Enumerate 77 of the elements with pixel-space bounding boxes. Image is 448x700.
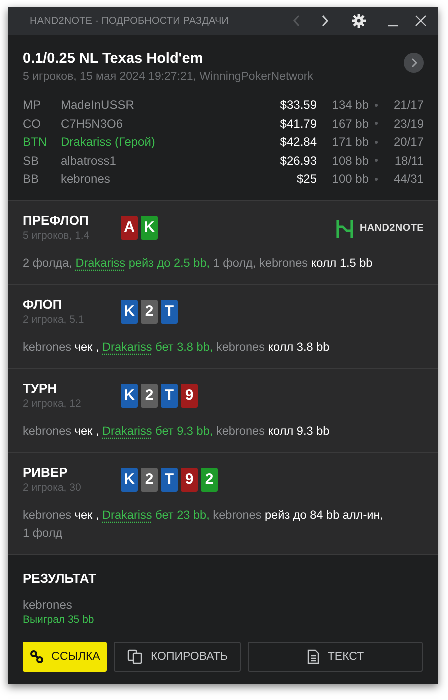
minimize-icon: [388, 24, 398, 26]
next-hand-button[interactable]: [404, 53, 424, 73]
street-info: 2 игрока, 30: [23, 482, 82, 494]
street-title: ТУРН: [23, 380, 58, 396]
street-title: ПРЕФЛОП: [23, 212, 90, 228]
playing-card: 9: [181, 384, 198, 408]
playing-card: 9: [181, 468, 198, 492]
separator-dot: [375, 159, 378, 162]
player-name: albatross1: [61, 154, 118, 168]
copy-icon: [126, 648, 143, 664]
result-title: РЕЗУЛЬТАТ: [23, 570, 98, 586]
playing-card: K: [121, 384, 138, 408]
settings-icon: [352, 14, 366, 28]
street-actions: kebrones чек , Drakariss бет 9.3 bb, kebrones колл 9.3 bb: [23, 422, 331, 440]
street-info: 5 игроков, 1.4: [23, 230, 91, 242]
chevron-right-icon: [410, 58, 418, 68]
player-name: kebrones: [61, 172, 112, 186]
link-button[interactable]: ССЫЛКА: [23, 642, 107, 672]
player-name-link[interactable]: Drakariss (Герой): [61, 135, 247, 150]
separator-dot: [375, 140, 378, 144]
separator-dot: [375, 104, 378, 107]
street-actions: kebrones чек , Drakariss бет 3.8 bb, kebrones колл 3.8 bb: [23, 338, 331, 356]
playing-card: 2: [141, 468, 158, 492]
playing-card: A: [121, 216, 138, 240]
player-big-blinds: 100 bb: [331, 172, 369, 186]
player-stack: $26.93: [279, 154, 317, 168]
playing-card: T: [161, 300, 178, 324]
copy-button[interactable]: КОПИРОВАТЬ: [114, 642, 241, 672]
close-icon: [415, 15, 427, 27]
playing-card: K: [141, 216, 158, 240]
player-stack: $25: [296, 172, 317, 186]
player-stats: 20/17: [392, 135, 424, 150]
player-big-blinds: 134 bb: [331, 98, 369, 112]
logo-icon: [336, 218, 354, 238]
playing-card: T: [161, 384, 178, 408]
player-stack: $42.84: [279, 135, 317, 150]
player-stats: 21/17: [392, 98, 424, 112]
separator-dot: [375, 178, 378, 181]
player-big-blinds: 171 bb: [331, 135, 369, 150]
player-position: MP: [23, 98, 42, 112]
player-position: CO: [23, 116, 42, 131]
player-big-blinds: 108 bb: [331, 154, 369, 168]
logo-text: HAND2NOTE: [360, 223, 424, 234]
chevron-left-icon: [293, 15, 301, 27]
hand-subtitle: 5 игроков, 15 мая 2024 19:27:21, WinningPokerNetwork: [23, 71, 314, 83]
winnings-text: Выиграл 35 bb: [23, 614, 96, 626]
playing-card: 2: [141, 384, 158, 408]
player-position: BB: [23, 172, 40, 186]
player-name: C7H5N3O6: [61, 116, 124, 131]
player-stats: 44/31: [392, 172, 424, 186]
street-info: 2 игрока, 12: [23, 398, 82, 410]
link-icon: [30, 650, 44, 664]
street-info: 2 игрока, 5.1: [23, 314, 86, 326]
hand-title: 0.1/0.25 NL Texas Hold'em: [23, 51, 204, 67]
chevron-right-icon: [321, 15, 329, 27]
player-stack: $33.59: [279, 98, 317, 112]
document-icon: [306, 648, 320, 664]
player-stack: $41.79: [279, 116, 317, 131]
separator-dot: [375, 122, 378, 126]
street-title: ФЛОП: [23, 296, 64, 312]
player-big-blinds: 167 bb: [331, 116, 369, 131]
player-position: SB: [23, 154, 40, 168]
player-stats: 23/19: [392, 116, 424, 131]
playing-card: K: [121, 468, 138, 492]
playing-card: 2: [141, 300, 158, 324]
winner-name: kebrones: [23, 598, 74, 612]
playing-card: T: [161, 468, 178, 492]
player-name: MadeInUSSR: [61, 98, 136, 112]
street-actions: kebrones чек , Drakariss бет 23 bb, kebrones рейз до 84 bb алл-ин, 1 фолд: [23, 506, 385, 542]
street-title: РИВЕР: [23, 464, 69, 480]
window-title: HAND2NOTE - ПОДРОБНОСТИ РАЗДАЧИ: [30, 16, 230, 26]
street-actions: 2 фолда, Drakariss рейз до 2.5 bb, 1 фолд, kebrones колл 1.5 bb: [23, 254, 374, 272]
text-button[interactable]: ТЕКСТ: [248, 642, 423, 672]
playing-card: K: [121, 300, 138, 324]
player-position: BTN: [23, 135, 48, 150]
playing-card: 2: [201, 468, 218, 492]
player-stats: 18/11: [394, 154, 424, 168]
